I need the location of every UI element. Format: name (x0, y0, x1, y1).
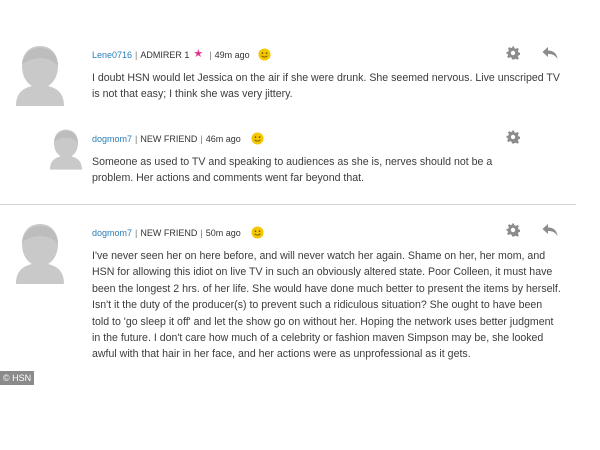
timestamp: 46m ago (205, 133, 241, 144)
timestamp: 49m ago (214, 49, 250, 60)
user-rank: ADMIRER 1 (140, 49, 190, 60)
avatar-icon[interactable] (10, 44, 70, 106)
smiley-icon (251, 132, 264, 145)
comment-text: I've never seen her on here before, and … (92, 250, 561, 361)
separator: | (200, 133, 203, 144)
username-link[interactable]: Lene0716 (92, 50, 132, 60)
username-link[interactable]: dogmom7 (92, 228, 132, 238)
gear-icon[interactable] (506, 223, 520, 237)
separator: | (209, 49, 212, 60)
comment-meta: dogmom7 | NEW FRIEND | 50m ago (92, 226, 264, 239)
timestamp: 50m ago (205, 227, 241, 238)
avatar-icon[interactable] (46, 128, 86, 170)
user-rank: NEW FRIEND (140, 133, 198, 144)
user-rank: NEW FRIEND (140, 227, 198, 238)
comment-meta: Lene0716 | ADMIRER 1 ★ | 49m ago (92, 48, 271, 61)
star-icon: ★ (193, 48, 204, 60)
gear-icon[interactable] (506, 46, 520, 60)
separator: | (135, 49, 138, 60)
gear-icon[interactable] (506, 130, 520, 144)
comment-text: Someone as used to TV and speaking to au… (92, 156, 493, 185)
watermark: © HSN (0, 371, 35, 385)
separator: | (135, 133, 138, 144)
smiley-icon (258, 48, 271, 61)
reply-icon[interactable] (542, 46, 558, 60)
separator: | (200, 227, 203, 238)
username-link[interactable]: dogmom7 (92, 134, 132, 144)
comment-divider (0, 204, 576, 205)
avatar-icon[interactable] (10, 222, 70, 284)
comment-meta: dogmom7 | NEW FRIEND | 46m ago (92, 132, 264, 145)
reply-icon[interactable] (542, 223, 558, 237)
smiley-icon (251, 226, 264, 239)
comment-text: I doubt HSN would let Jessica on the air… (92, 72, 560, 101)
separator: | (135, 227, 138, 238)
